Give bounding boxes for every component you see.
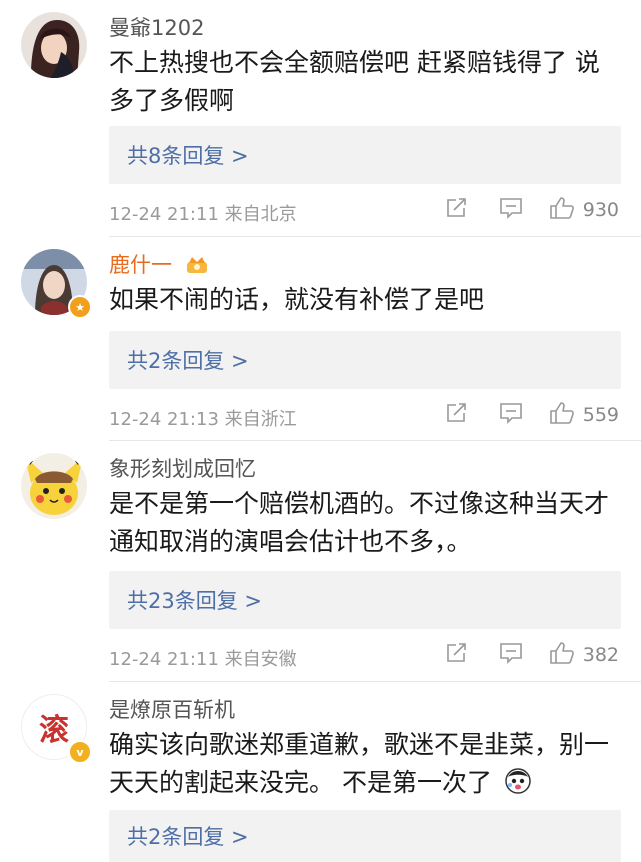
- avatar-image: [21, 12, 87, 78]
- share-icon[interactable]: [445, 197, 469, 223]
- action-bar: 559: [445, 401, 619, 429]
- comment-text: 不上热搜也不会全额赔偿吧 赶紧赔钱得了 说多了多假啊: [109, 48, 600, 115]
- location: 来自浙江: [224, 409, 297, 430]
- location: 来自北京: [224, 204, 297, 225]
- username[interactable]: 象形刻划成回忆: [109, 453, 256, 483]
- like-icon[interactable]: [549, 641, 575, 669]
- comment-meta: 12-24 21:13 来自浙江: [109, 405, 297, 431]
- timestamp: 12-24 21:13: [109, 409, 219, 430]
- share-icon[interactable]: [445, 642, 469, 668]
- like-icon[interactable]: [549, 401, 575, 429]
- verified-badge-icon: ★: [68, 295, 92, 319]
- avatar[interactable]: [21, 453, 87, 519]
- comment-text: 如果不闹的话，就没有补偿了是吧: [109, 285, 485, 314]
- crown-icon: [185, 254, 209, 279]
- comment-item: ★ 鹿什一 如果不闹的话，就没有补偿了是吧 共2条回复 > 12-24 21:1…: [0, 237, 641, 441]
- timestamp: 12-24 21:11: [109, 649, 219, 670]
- username-label: 鹿什一: [109, 253, 172, 277]
- location: 来自安徽: [224, 649, 297, 670]
- comment-text: 是不是第一个赔偿机酒的。不过像这种当天才通知取消的演唱会估计也不多，。: [109, 489, 610, 556]
- comment-item: 象形刻划成回忆 是不是第一个赔偿机酒的。不过像这种当天才通知取消的演唱会估计也不…: [0, 441, 641, 682]
- comment-icon[interactable]: [499, 197, 523, 223]
- view-replies-label: 共23条回复 >: [127, 589, 262, 613]
- like-count: 382: [582, 644, 619, 666]
- comment-text: 确实该向歌迷郑重道歉，歌迷不是韭菜，别一天天的割起来没完。 不是第一次了: [109, 726, 621, 806]
- view-replies-button[interactable]: 共8条回复 >: [109, 126, 621, 184]
- action-bar: 382: [445, 641, 619, 669]
- comment-icon[interactable]: [499, 642, 523, 668]
- view-replies-button[interactable]: 共2条回复 >: [109, 810, 621, 862]
- comment-icon[interactable]: [499, 402, 523, 428]
- view-replies-label: 共2条回复 >: [127, 825, 249, 849]
- like-count: 559: [582, 404, 619, 426]
- view-replies-label: 共2条回复 >: [127, 349, 249, 373]
- view-replies-button[interactable]: 共23条回复 >: [109, 571, 621, 629]
- comment-text-body: 确实该向歌迷郑重道歉，歌迷不是韭菜，别一天天的割起来没完。 不是第一次了: [109, 730, 610, 797]
- action-bar: 930: [445, 196, 619, 224]
- like-count: 930: [582, 199, 619, 221]
- comment-meta: 12-24 21:11 来自北京: [109, 200, 297, 226]
- comment-meta: 12-24 21:11 来自安徽: [109, 645, 297, 671]
- view-replies-button[interactable]: 共2条回复 >: [109, 331, 621, 389]
- avatar[interactable]: [21, 12, 87, 78]
- view-replies-label: 共8条回复 >: [127, 144, 249, 168]
- avatar-image: [21, 453, 87, 519]
- comment-item: 曼爺1202 不上热搜也不会全额赔偿吧 赶紧赔钱得了 说多了多假啊 共8条回复 …: [0, 0, 641, 237]
- like-icon[interactable]: [549, 196, 575, 224]
- verified-badge-icon: v: [68, 740, 92, 764]
- emoji-icon: [504, 767, 532, 806]
- timestamp: 12-24 21:11: [109, 204, 219, 225]
- username[interactable]: 是燎原百斩机: [109, 694, 235, 724]
- username[interactable]: 鹿什一: [109, 249, 209, 279]
- username[interactable]: 曼爺1202: [109, 12, 204, 42]
- share-icon[interactable]: [445, 402, 469, 428]
- comment-item: 滚 v 是燎原百斩机 确实该向歌迷郑重道歉，歌迷不是韭菜，别一天天的割起来没完。…: [0, 682, 641, 862]
